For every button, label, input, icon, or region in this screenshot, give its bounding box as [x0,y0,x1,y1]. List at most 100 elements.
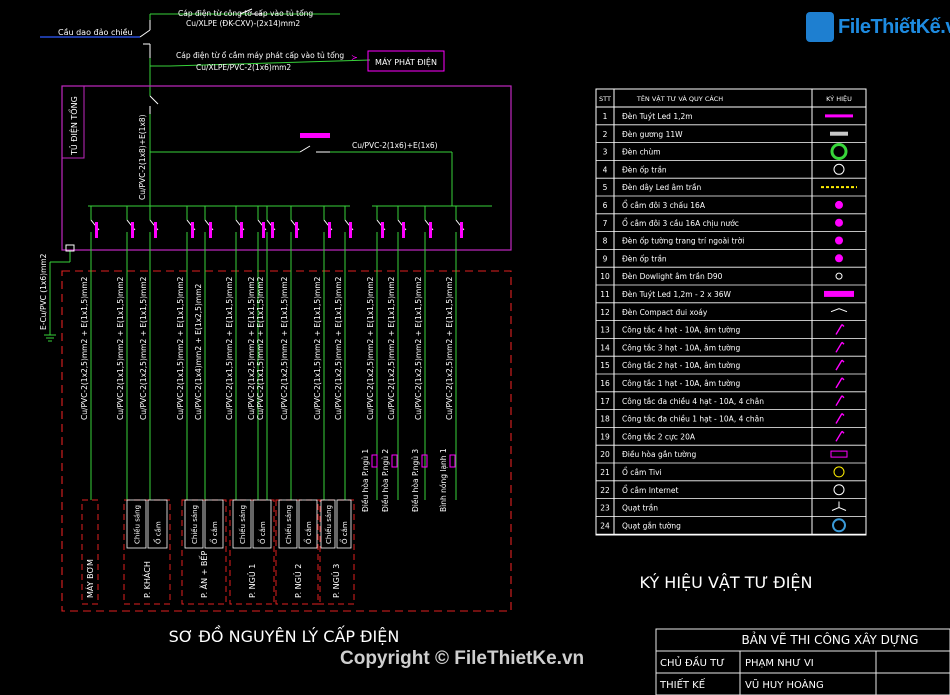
brand-logo: FileThiếtKế.vn [806,8,950,48]
room-label: P. NGỦ 1 [246,564,257,598]
earth-cable-label: E-Cu/PVC (1x6)mm2 [39,253,48,330]
legend-symbol-icon [833,484,845,496]
sub-circuit-label: Chiếu sáng [191,505,199,544]
legend-row-number: 21 [600,468,610,477]
legend-row-number: 4 [603,165,608,174]
legend-header-symbol: KÝ HIỆU [826,94,852,103]
switch-icon [835,395,845,407]
legend-row-name: Đèn ốp tường trang trí ngoài trời [622,237,744,246]
legend-row-number: 10 [600,272,610,281]
circuit-cable-label: Cu/PVC-2(1x4)mm2 + E(1x2,5)mm2 [194,284,203,420]
breaker-tag [154,222,157,238]
breaker-tag [271,222,274,238]
legend-row-number: 20 [600,450,610,459]
circuit-cable-label: Cu/PVC-2(1x2,5)mm2 + E(1x1,5)mm2 [247,276,256,420]
branch-cable-label: Cu/PVC-2(1x6)+E(1x6) [352,141,438,150]
legend-symbol-icon [835,236,843,245]
switch-icon [835,430,845,442]
tv-socket-icon [833,466,845,478]
legend-row-name: Đèn Compact đui xoáy [622,308,708,317]
circuit-layer: Cu/PVC-2(1x2,5)mm2 + E(1x1,5)mm2 Cu/PVC-2… [80,260,457,512]
breaker-tag [240,222,243,238]
double-tube-icon [824,290,854,297]
switch-icon [835,359,845,371]
legend-title: KÝ HIỆU VẬT TƯ ĐIỆN [640,573,813,592]
sub-circuit-label: Chiếu sáng [285,505,293,544]
legend-row-name: Ổ cắm đôi 3 cầu 16A chịu nước [622,218,739,228]
legend-symbol-icon [835,359,845,371]
breaker-tag [262,222,265,238]
branch-breaker-tag [300,133,330,138]
circuit-cable-label: Cu/PVC-2(1x1,5)mm2 + E(1x1,5)mm2 [116,276,125,420]
feed2-line1: Cáp điện từ ổ cắm máy phát cấp vào tủ tổ… [176,51,344,60]
legend-symbol-icon [835,200,843,209]
ceiling-fan-icon [831,501,847,511]
circuit-cable-label: Cu/PVC-2(1x2,5)mm2 + E(1x1,5)mm2 [366,276,375,420]
legend-row-name: Đèn Tuýt Led 1,2m - 2 x 36W [622,290,732,299]
legend-row-number: 19 [600,432,610,441]
switch-icon [835,377,845,389]
room-label: MÁY BƠM [84,559,95,598]
generator-plug-icon: ≻ [351,53,358,62]
chandelier-icon [830,143,848,160]
legend-row-name: Đèn ốp trần [622,254,667,263]
legend-symbol-icon [830,450,848,458]
breaker-tag [295,222,298,238]
breaker-tag [381,222,384,238]
sub-circuit-label: Ổ cắm [303,521,313,544]
breaker-tag [191,222,194,238]
sub-circuit-label: Chiếu sáng [239,505,247,544]
circuit-cable-label: Cu/PVC-2(1x2,5)mm2 + E(1x1,5)mm2 [414,276,423,420]
legend-header-stt: STT [599,95,611,103]
legend-symbol-icon [835,254,843,263]
circuit-cable-label: Cu/PVC-2(1x2,5)mm2 + E(1x1,5)mm2 [334,276,343,420]
legend-rows: 1 Đèn Tuýt Led 1,2m 2 Đèn gương 11W 3 Đèn chù… [596,112,866,535]
legend-row-number: 5 [603,183,608,192]
incoming-label: Cầu dao đảo chiều [58,27,133,37]
room-label: P. NGỦ 2 [292,564,303,598]
sub-circuit-label: Ổ cắm [257,521,267,544]
legend-row-name: Công tắc 2 hạt - 10A, âm tường [622,361,740,370]
legend-row-name: Đèn Dowlight âm trần D90 [622,272,723,281]
changeover-switch [139,20,151,58]
breaker-layer [90,206,465,260]
legend-symbol-icon [824,290,854,297]
legend-row-number: 6 [603,201,608,210]
room-label: P. NGỦ 3 [330,564,341,598]
ac-load-label: Bình nóng lạnh 1 [439,448,448,512]
ac-unit-icon [391,454,398,468]
legend-symbol-icon [830,143,848,160]
owner-value: PHẠM NHƯ VI [745,658,814,669]
legend-row-number: 13 [600,326,610,335]
feed1-line2: Cu/XLPE (ĐK-CXV)-(2x14)mm2 [186,19,300,28]
legend-row-name: Công tắc đa chiều 4 hạt - 10A, 4 chân [622,397,764,406]
legend-row-name: Đèn chùm [622,148,661,157]
mirror-light-icon [830,131,848,136]
legend-row-number: 8 [603,237,608,246]
legend-row-number: 23 [600,504,610,513]
legend-row-name: Công tắc 4 hạt - 10A, âm tường [622,326,740,335]
breaker-tag [328,222,331,238]
legend-symbol-icon [835,377,845,389]
sub-circuit-label: Chiếu sáng [325,505,333,544]
legend-row-name: Ổ cắm Tivi [622,467,662,477]
legend-row-name: Ổ cắm Internet [622,485,679,495]
breaker-tag [209,222,212,238]
legend-row-number: 15 [600,361,610,370]
designer-label: THIẾT KẾ [659,677,706,691]
breaker-tag [131,222,134,238]
led-tube-icon [825,114,853,118]
legend-row-number: 12 [600,308,610,317]
legend-row-name: Quạt gắn tường [622,521,681,530]
designer-value: VŨ HUY HOÀNG [745,678,824,691]
legend-symbol-icon [835,413,845,424]
legend-symbol-icon [830,308,848,313]
breaker-tag [460,222,463,238]
legend-symbol-icon [835,324,845,335]
main-cable-label: Cu/PVC-2(1x8)+E(1x8) [138,114,147,200]
sub-circuit-label: Ổ cắm [339,521,349,544]
switch-icon [835,341,845,353]
air-conditioner-icon [830,450,848,458]
legend-table: STT TÊN VẬT TƯ VÀ QUY CÁCH KÝ HIỆU 1 Đèn … [595,88,867,536]
legend-row-number: 7 [603,219,608,228]
